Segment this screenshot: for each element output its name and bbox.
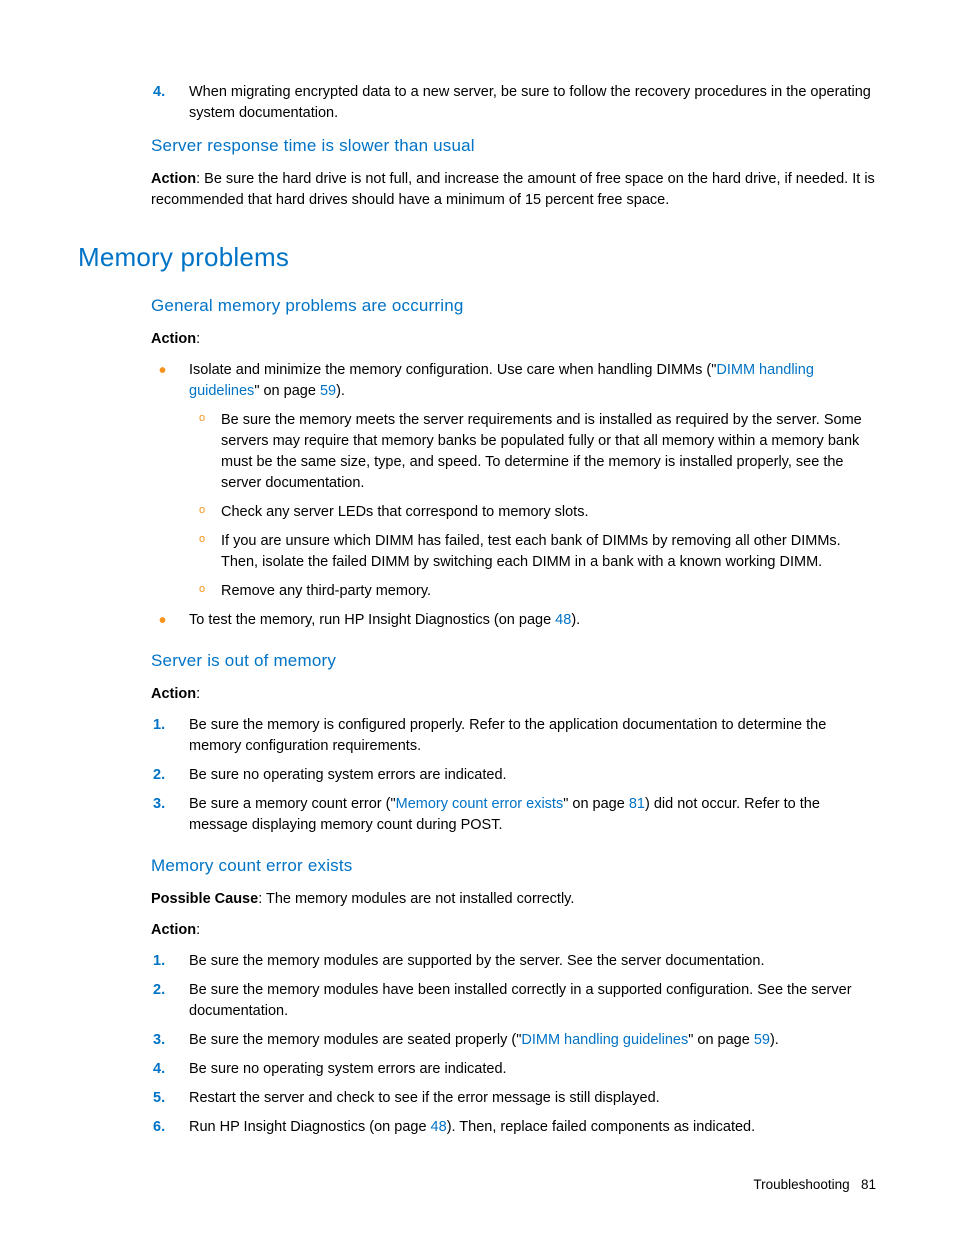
link-page-59[interactable]: 59 <box>320 383 336 399</box>
colon: : <box>196 686 200 702</box>
list-item: Remove any third-party memory. <box>217 581 876 602</box>
link-dimm-handling-guidelines[interactable]: DIMM handling guidelines <box>521 1032 688 1048</box>
paragraph-action: Action: <box>151 684 876 705</box>
action-text: : Be sure the hard drive is not full, an… <box>151 171 875 208</box>
text: ). <box>770 1032 779 1048</box>
list-item: Be sure the memory modules are supported… <box>181 951 876 972</box>
heading-server-out-of-memory: Server is out of memory <box>151 649 876 674</box>
page-footer: Troubleshooting 81 <box>753 1175 876 1195</box>
action-label: Action <box>151 686 196 702</box>
cause-text: : The memory modules are not installed c… <box>258 891 574 907</box>
list-item: Check any server LEDs that correspond to… <box>217 502 876 523</box>
link-page-48[interactable]: 48 <box>555 612 571 628</box>
list-item: Isolate and minimize the memory configur… <box>181 360 876 602</box>
text: ). Then, replace failed components as in… <box>447 1119 755 1135</box>
text: Be sure a memory count error (" <box>189 796 396 812</box>
heading-memory-count-error: Memory count error exists <box>151 854 876 879</box>
footer-section: Troubleshooting <box>753 1177 849 1192</box>
action-label: Action <box>151 331 196 347</box>
continued-ordered-list: When migrating encrypted data to a new s… <box>151 82 876 124</box>
heading-server-response-slow: Server response time is slower than usua… <box>151 134 876 159</box>
sub-bullet-list: Be sure the memory meets the server requ… <box>189 410 876 602</box>
text: " on page <box>688 1032 754 1048</box>
text: Run HP Insight Diagnostics (on page <box>189 1119 431 1135</box>
ordered-list: Be sure the memory is configured properl… <box>151 715 876 836</box>
list-item: Be sure no operating system errors are i… <box>181 765 876 786</box>
list-item: Be sure the memory meets the server requ… <box>217 410 876 494</box>
paragraph-cause: Possible Cause: The memory modules are n… <box>151 889 876 910</box>
list-item: To test the memory, run HP Insight Diagn… <box>181 610 876 631</box>
colon: : <box>196 922 200 938</box>
paragraph-action: Action: <box>151 920 876 941</box>
list-item: Restart the server and check to see if t… <box>181 1088 876 1109</box>
link-page-48[interactable]: 48 <box>431 1119 447 1135</box>
list-item: Be sure the memory is configured properl… <box>181 715 876 757</box>
colon: : <box>196 331 200 347</box>
paragraph-action: Action: <box>151 329 876 350</box>
list-item: When migrating encrypted data to a new s… <box>181 82 876 124</box>
heading-memory-problems: Memory problems <box>78 239 876 277</box>
link-page-81[interactable]: 81 <box>629 796 645 812</box>
text: Isolate and minimize the memory configur… <box>189 362 716 378</box>
text: To test the memory, run HP Insight Diagn… <box>189 612 555 628</box>
text: Be sure the memory modules are seated pr… <box>189 1032 521 1048</box>
cause-label: Possible Cause <box>151 891 258 907</box>
link-page-59[interactable]: 59 <box>754 1032 770 1048</box>
page-document: When migrating encrypted data to a new s… <box>0 0 954 1235</box>
text: " on page <box>563 796 629 812</box>
list-item: Be sure no operating system errors are i… <box>181 1059 876 1080</box>
text: ). <box>336 383 345 399</box>
link-memory-count-error[interactable]: Memory count error exists <box>396 796 564 812</box>
list-item: Be sure the memory modules have been ins… <box>181 980 876 1022</box>
heading-general-memory-problems: General memory problems are occurring <box>151 294 876 319</box>
list-item: If you are unsure which DIMM has failed,… <box>217 531 876 573</box>
list-item: Be sure the memory modules are seated pr… <box>181 1030 876 1051</box>
list-item: Be sure a memory count error ("Memory co… <box>181 794 876 836</box>
ordered-list: Be sure the memory modules are supported… <box>151 951 876 1138</box>
list-item: Run HP Insight Diagnostics (on page 48).… <box>181 1117 876 1138</box>
footer-page-number: 81 <box>861 1177 876 1192</box>
action-label: Action <box>151 922 196 938</box>
bullet-list: Isolate and minimize the memory configur… <box>151 360 876 631</box>
action-label: Action <box>151 171 196 187</box>
text: ). <box>571 612 580 628</box>
paragraph-action: Action: Be sure the hard drive is not fu… <box>151 169 876 211</box>
text: " on page <box>254 383 320 399</box>
